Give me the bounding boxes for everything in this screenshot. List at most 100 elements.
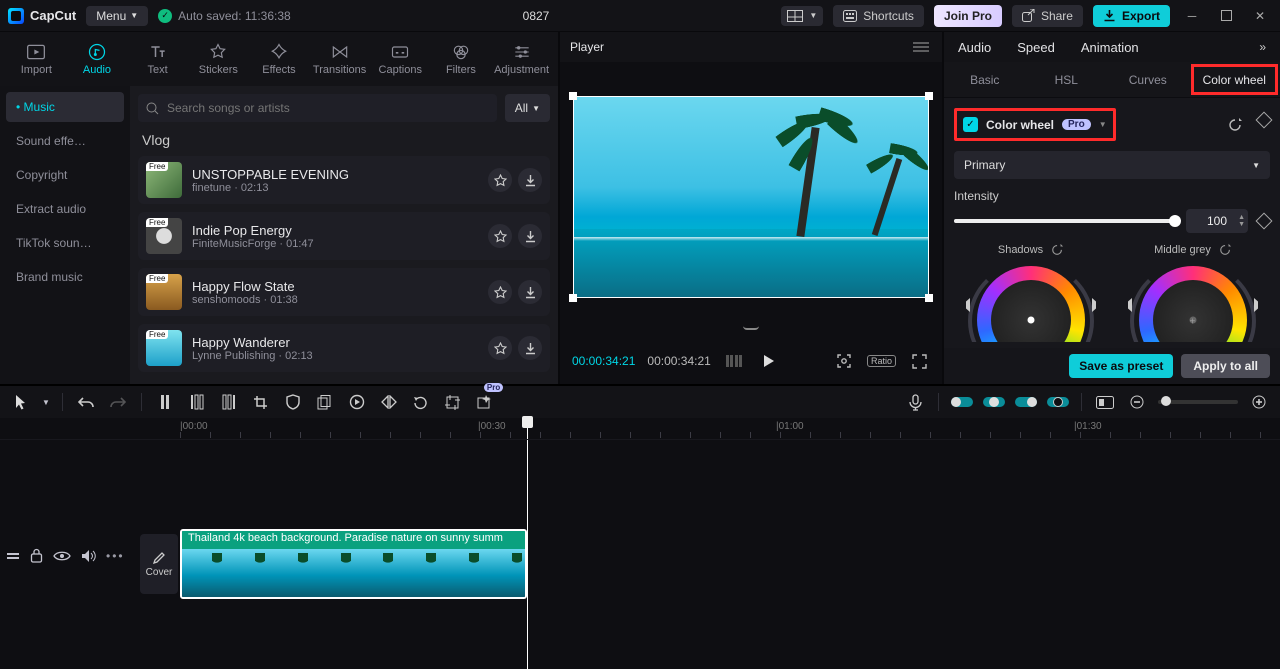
tab-transitions[interactable]: Transitions bbox=[310, 42, 370, 76]
shield-tool[interactable] bbox=[282, 391, 304, 413]
song-row[interactable]: Free Indie Pop EnergyFiniteMusicForge · … bbox=[138, 212, 550, 260]
primary-dropdown[interactable]: Primary▼ bbox=[954, 151, 1270, 179]
middle-grey-color-wheel[interactable]: + bbox=[1128, 260, 1258, 342]
song-row[interactable]: Free UNSTOPPABLE EVENINGfinetune · 02:13 bbox=[138, 156, 550, 204]
preview-mode-button[interactable] bbox=[1094, 391, 1116, 413]
favorite-button[interactable] bbox=[488, 280, 512, 304]
compare-icon[interactable] bbox=[723, 350, 745, 372]
crop-tool[interactable] bbox=[250, 391, 272, 413]
eye-icon[interactable] bbox=[53, 550, 71, 562]
zoom-out-button[interactable] bbox=[1126, 391, 1148, 413]
resize-handle[interactable] bbox=[569, 92, 577, 100]
search-input-wrap[interactable] bbox=[138, 94, 497, 122]
keyframe-icon[interactable] bbox=[1256, 213, 1273, 230]
zoom-in-button[interactable] bbox=[1248, 391, 1270, 413]
subtab-curves[interactable]: Curves bbox=[1107, 62, 1189, 97]
toggle-4[interactable] bbox=[1047, 396, 1069, 408]
timeline-tracks[interactable]: ••• Cover Thailand 4k beach background. … bbox=[0, 440, 1280, 669]
download-button[interactable] bbox=[518, 336, 542, 360]
submenu-tiktok-sounds[interactable]: TikTok soun… bbox=[6, 228, 124, 258]
fullscreen-icon[interactable] bbox=[908, 350, 930, 372]
search-input[interactable] bbox=[165, 100, 489, 116]
speaker-icon[interactable] bbox=[81, 549, 96, 563]
subtab-color-wheel[interactable]: Color wheel bbox=[1191, 64, 1279, 95]
expand-icon[interactable]: » bbox=[1259, 40, 1266, 54]
intensity-value[interactable]: 100▲▼ bbox=[1186, 209, 1248, 233]
playhead[interactable] bbox=[527, 418, 528, 439]
collapse-icon[interactable] bbox=[6, 549, 20, 563]
crop2-tool[interactable] bbox=[442, 391, 464, 413]
tab-effects[interactable]: Effects bbox=[249, 42, 309, 76]
video-clip[interactable]: Thailand 4k beach background. Paradise n… bbox=[180, 529, 527, 599]
resize-handle[interactable] bbox=[925, 294, 933, 302]
tab-text[interactable]: Text bbox=[128, 42, 188, 76]
keyframe-icon[interactable] bbox=[1256, 111, 1273, 128]
tab-filters[interactable]: Filters bbox=[431, 42, 491, 76]
timeline-ruler[interactable]: |00:00|00:30|01:00|01:30 bbox=[0, 418, 1280, 440]
insp-tab-animation[interactable]: Animation bbox=[1081, 40, 1139, 55]
subtab-basic[interactable]: Basic bbox=[944, 62, 1026, 97]
shortcuts-button[interactable]: Shortcuts bbox=[833, 5, 924, 27]
favorite-button[interactable] bbox=[488, 168, 512, 192]
download-button[interactable] bbox=[518, 168, 542, 192]
trim-left-tool[interactable] bbox=[186, 391, 208, 413]
pointer-tool[interactable] bbox=[10, 391, 32, 413]
undo-button[interactable] bbox=[75, 391, 97, 413]
filter-all-button[interactable]: All▼ bbox=[505, 94, 550, 122]
rotate-tool[interactable] bbox=[410, 391, 432, 413]
player-menu-icon[interactable] bbox=[910, 36, 932, 58]
mirror-tool[interactable] bbox=[378, 391, 400, 413]
tab-captions[interactable]: Captions bbox=[370, 42, 430, 76]
join-pro-button[interactable]: Join Pro bbox=[934, 5, 1002, 27]
export-button[interactable]: Export bbox=[1093, 5, 1170, 27]
tab-adjustment[interactable]: Adjustment bbox=[492, 42, 552, 76]
resize-handle[interactable] bbox=[569, 294, 577, 302]
reset-icon[interactable] bbox=[1224, 114, 1246, 136]
download-button[interactable] bbox=[518, 224, 542, 248]
layout-button[interactable]: ▼ bbox=[781, 6, 823, 26]
insp-tab-audio[interactable]: Audio bbox=[958, 40, 991, 55]
intensity-slider[interactable] bbox=[954, 219, 1176, 223]
submenu-extract-audio[interactable]: Extract audio bbox=[6, 194, 124, 224]
tab-audio[interactable]: Audio bbox=[67, 42, 127, 76]
trim-right-tool[interactable] bbox=[218, 391, 240, 413]
copy-tool[interactable] bbox=[314, 391, 336, 413]
reverse-tool[interactable] bbox=[346, 391, 368, 413]
focus-icon[interactable] bbox=[833, 350, 855, 372]
ai-tool[interactable]: Pro bbox=[474, 391, 496, 413]
apply-all-button[interactable]: Apply to all bbox=[1181, 354, 1270, 378]
song-row[interactable]: Free Happy Flow Statesenshomoods · 01:38 bbox=[138, 268, 550, 316]
tab-stickers[interactable]: Stickers bbox=[188, 42, 248, 76]
chevron-down-icon[interactable]: ▼ bbox=[42, 398, 50, 407]
favorite-button[interactable] bbox=[488, 336, 512, 360]
mic-button[interactable] bbox=[904, 391, 926, 413]
menu-button[interactable]: Menu▼ bbox=[86, 6, 148, 26]
close-button[interactable]: ✕ bbox=[1248, 5, 1272, 27]
save-preset-button[interactable]: Save as preset bbox=[1069, 354, 1173, 378]
play-button[interactable] bbox=[757, 350, 779, 372]
share-button[interactable]: Share bbox=[1012, 5, 1083, 27]
submenu-copyright[interactable]: Copyright bbox=[6, 160, 124, 190]
resize-handle[interactable] bbox=[925, 92, 933, 100]
tab-import[interactable]: Import bbox=[6, 42, 66, 76]
playhead-line[interactable] bbox=[527, 440, 528, 669]
project-title[interactable]: 0827 bbox=[523, 9, 550, 23]
submenu-brand-music[interactable]: Brand music bbox=[6, 262, 124, 292]
submenu-music[interactable]: • Music bbox=[6, 92, 124, 122]
color-wheel-checkbox[interactable]: ✓ bbox=[963, 117, 978, 132]
reset-icon[interactable] bbox=[1219, 243, 1232, 256]
video-preview[interactable] bbox=[573, 96, 929, 298]
maximize-button[interactable] bbox=[1214, 5, 1238, 27]
song-row[interactable]: Free Happy WandererLynne Publishing · 02… bbox=[138, 324, 550, 372]
drag-handle-icon[interactable] bbox=[743, 326, 759, 330]
download-button[interactable] bbox=[518, 280, 542, 304]
shadows-color-wheel[interactable] bbox=[966, 260, 1096, 342]
submenu-sound-effects[interactable]: Sound effe… bbox=[6, 126, 124, 156]
toggle-2[interactable] bbox=[983, 396, 1005, 408]
toggle-3[interactable] bbox=[1015, 396, 1037, 408]
favorite-button[interactable] bbox=[488, 224, 512, 248]
chevron-down-icon[interactable]: ▼ bbox=[1099, 120, 1107, 129]
zoom-slider[interactable] bbox=[1158, 400, 1238, 404]
lock-icon[interactable] bbox=[30, 548, 43, 563]
split-tool[interactable] bbox=[154, 391, 176, 413]
